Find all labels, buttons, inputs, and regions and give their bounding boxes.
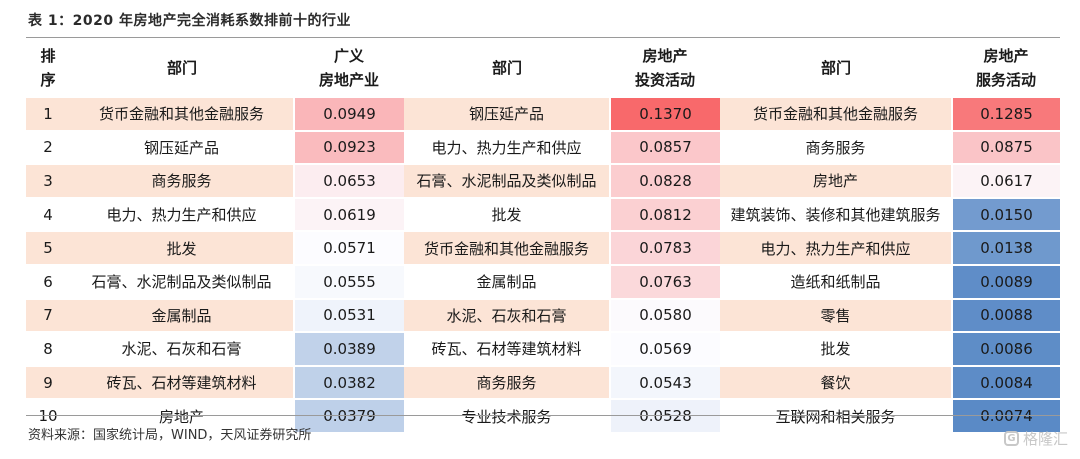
dept1-cell: 货币金融和其他金融服务 bbox=[70, 96, 294, 131]
invest-value-cell: 0.0812 bbox=[609, 196, 720, 232]
header-rank-line1: 排 bbox=[40, 47, 56, 65]
broad-value-cell: 0.0923 bbox=[293, 129, 404, 165]
invest-value-cell: 0.0857 bbox=[609, 129, 720, 165]
header-service-activity: 房地产 服务活动 bbox=[952, 40, 1060, 97]
table-title: 表 1：2020 年房地产完全消耗系数排前十的行业 bbox=[28, 13, 351, 29]
dept1-cell: 电力、热力生产和供应 bbox=[70, 196, 294, 232]
source-note: 资料来源：国家统计局，WIND，天风证券研究所 bbox=[28, 428, 312, 443]
table-row: 3 商务服务 0.0653 石膏、水泥制品及类似制品 0.0828 房地产 0.0617 bbox=[26, 163, 1060, 198]
broad-value-cell: 0.0555 bbox=[293, 263, 404, 299]
header-investment-activity: 房地产 投资活动 bbox=[610, 40, 720, 97]
dept3-cell: 商务服务 bbox=[720, 129, 952, 165]
dept2-cell: 商务服务 bbox=[404, 364, 610, 400]
dept1-cell: 钢压延产品 bbox=[70, 129, 294, 165]
table-row: 4 电力、热力生产和供应 0.0619 批发 0.0812 建筑装饰、装修和其他建筑服务 0… bbox=[26, 196, 1060, 232]
dept2-cell: 金属制品 bbox=[404, 263, 610, 299]
dept2-cell: 水泥、石灰和石膏 bbox=[404, 297, 610, 333]
service-value-cell: 0.0088 bbox=[951, 297, 1060, 333]
rank-cell: 2 bbox=[26, 129, 70, 165]
rank-cell: 1 bbox=[26, 96, 70, 131]
watermark-logo-icon: G bbox=[1003, 431, 1019, 446]
watermark-text: 格隆汇 bbox=[1022, 430, 1068, 448]
dept3-cell: 建筑装饰、装修和其他建筑服务 bbox=[720, 196, 952, 232]
header-invest-line2: 投资活动 bbox=[634, 71, 695, 89]
watermark: G 格隆汇 bbox=[1003, 428, 1068, 449]
header-service-line1: 房地产 bbox=[983, 47, 1029, 65]
rank-cell: 9 bbox=[26, 364, 70, 400]
rank-cell: 7 bbox=[26, 297, 70, 333]
table-row: 7 金属制品 0.0531 水泥、石灰和石膏 0.0580 零售 0.0088 bbox=[26, 297, 1060, 333]
table-row: 2 钢压延产品 0.0923 电力、热力生产和供应 0.0857 商务服务 0.0875 bbox=[26, 129, 1060, 165]
dept3-cell: 电力、热力生产和供应 bbox=[720, 230, 952, 265]
rank-cell: 4 bbox=[26, 196, 70, 232]
invest-value-cell: 0.0763 bbox=[609, 263, 720, 299]
header-service-line2: 服务活动 bbox=[975, 71, 1036, 89]
service-value-cell: 0.1285 bbox=[951, 96, 1060, 131]
table-row: 6 石膏、水泥制品及类似制品 0.0555 金属制品 0.0763 造纸和纸制品 0.008… bbox=[26, 263, 1060, 299]
header-dept-3: 部门 bbox=[820, 59, 851, 77]
dept2-cell: 石膏、水泥制品及类似制品 bbox=[404, 163, 610, 198]
dept1-cell: 石膏、水泥制品及类似制品 bbox=[70, 263, 294, 299]
table-row: 5 批发 0.0571 货币金融和其他金融服务 0.0783 电力、热力生产和供应 0.01… bbox=[26, 230, 1060, 265]
broad-value-cell: 0.0619 bbox=[293, 196, 404, 232]
broad-value-cell: 0.0531 bbox=[293, 297, 404, 333]
rank-cell: 3 bbox=[26, 163, 70, 198]
header-broad-real-estate: 广义 房地产业 bbox=[294, 40, 404, 97]
broad-value-cell: 0.0571 bbox=[293, 230, 404, 265]
header-row: 排 序 部门 广义 房地产业 部门 房地产 投资活动 部门 房地产 服务活动 bbox=[26, 40, 1060, 97]
dept3-cell: 造纸和纸制品 bbox=[720, 263, 952, 299]
rank-cell: 5 bbox=[26, 230, 70, 265]
dept3-cell: 餐饮 bbox=[720, 364, 952, 400]
rank-cell: 8 bbox=[26, 331, 70, 366]
service-value-cell: 0.0138 bbox=[951, 230, 1060, 265]
service-value-cell: 0.0150 bbox=[951, 196, 1060, 232]
dept2-cell: 批发 bbox=[404, 196, 610, 232]
title-divider bbox=[26, 37, 1060, 38]
broad-value-cell: 0.0389 bbox=[293, 331, 404, 366]
dept1-cell: 砖瓦、石材等建筑材料 bbox=[70, 364, 294, 400]
service-value-cell: 0.0875 bbox=[951, 129, 1060, 165]
rank-cell: 6 bbox=[26, 263, 70, 299]
invest-value-cell: 0.0828 bbox=[609, 163, 720, 198]
broad-value-cell: 0.0949 bbox=[293, 96, 404, 131]
dept2-cell: 电力、热力生产和供应 bbox=[404, 129, 610, 165]
table-row: 1 货币金融和其他金融服务 0.0949 钢压延产品 0.1370 货币金融和其他金融服务… bbox=[26, 96, 1060, 131]
header-dept-1: 部门 bbox=[166, 59, 197, 77]
dept1-cell: 金属制品 bbox=[70, 297, 294, 333]
service-value-cell: 0.0617 bbox=[951, 163, 1060, 198]
broad-value-cell: 0.0653 bbox=[293, 163, 404, 198]
invest-value-cell: 0.0543 bbox=[609, 364, 720, 400]
service-value-cell: 0.0086 bbox=[951, 331, 1060, 366]
service-value-cell: 0.0084 bbox=[951, 364, 1060, 400]
header-broad-line2: 房地产业 bbox=[318, 71, 379, 89]
broad-value-cell: 0.0382 bbox=[293, 364, 404, 400]
dept2-cell: 钢压延产品 bbox=[404, 96, 610, 131]
dept1-cell: 批发 bbox=[70, 230, 294, 265]
invest-value-cell: 0.0783 bbox=[609, 230, 720, 265]
dept1-cell: 商务服务 bbox=[70, 163, 294, 198]
invest-value-cell: 0.0580 bbox=[609, 297, 720, 333]
table-row: 8 水泥、石灰和石膏 0.0389 砖瓦、石材等建筑材料 0.0569 批发 0.0086 bbox=[26, 331, 1060, 366]
invest-value-cell: 0.1370 bbox=[609, 96, 720, 131]
invest-value-cell: 0.0569 bbox=[609, 331, 720, 366]
dept3-cell: 零售 bbox=[720, 297, 952, 333]
table-row: 9 砖瓦、石材等建筑材料 0.0382 商务服务 0.0543 餐饮 0.0084 bbox=[26, 364, 1060, 400]
footer-divider bbox=[26, 415, 1060, 416]
dept3-cell: 货币金融和其他金融服务 bbox=[720, 96, 952, 131]
header-rank-line2: 序 bbox=[40, 71, 56, 89]
dept2-cell: 货币金融和其他金融服务 bbox=[404, 230, 610, 265]
dept3-cell: 房地产 bbox=[720, 163, 952, 198]
header-invest-line1: 房地产 bbox=[642, 47, 688, 65]
header-rank: 排 序 bbox=[26, 40, 70, 97]
service-value-cell: 0.0089 bbox=[951, 263, 1060, 299]
header-dept-2: 部门 bbox=[491, 59, 522, 77]
header-broad-line1: 广义 bbox=[333, 47, 364, 65]
dept1-cell: 水泥、石灰和石膏 bbox=[70, 331, 294, 366]
dept2-cell: 砖瓦、石材等建筑材料 bbox=[404, 331, 610, 366]
consumption-coefficient-table: 排 序 部门 广义 房地产业 部门 房地产 投资活动 部门 房地产 服务活动 1… bbox=[26, 40, 1060, 432]
dept3-cell: 批发 bbox=[720, 331, 952, 366]
